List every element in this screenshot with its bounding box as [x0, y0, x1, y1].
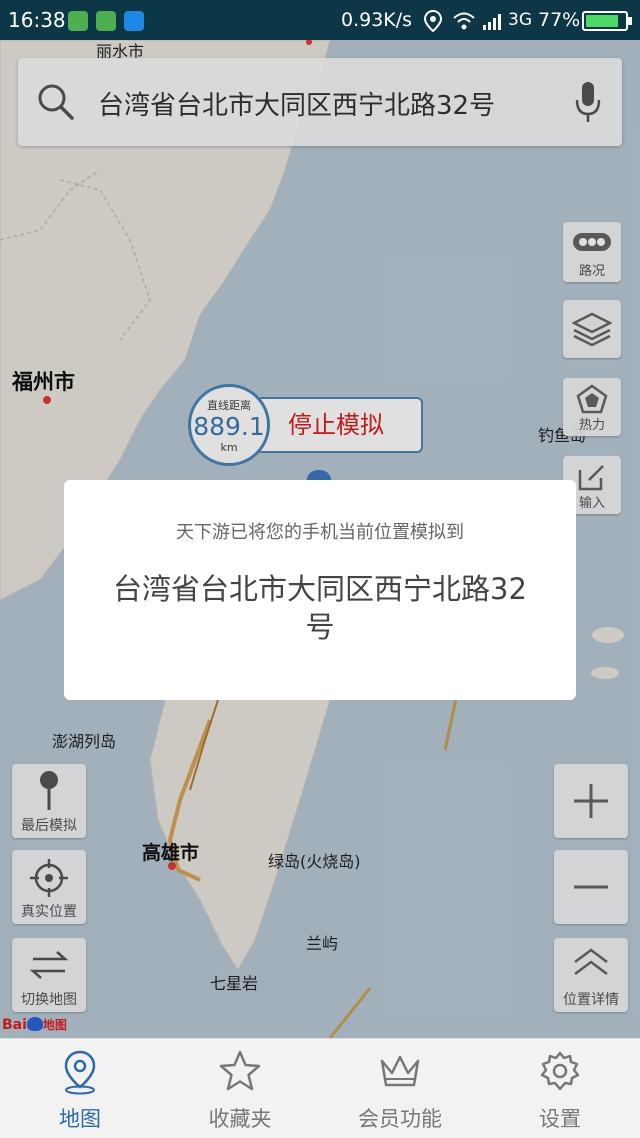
nav-tab-map[interactable]: 地图: [0, 1039, 160, 1138]
nav-tab-favorites[interactable]: 收藏夹: [160, 1039, 320, 1138]
star-icon: [219, 1050, 261, 1091]
nav-label-membership: 会员功能: [358, 1107, 442, 1131]
message-notification-icon: [96, 11, 116, 31]
map-pin-icon: [64, 1050, 96, 1095]
gear-icon: [540, 1051, 580, 1091]
crown-icon: [380, 1055, 420, 1087]
dialog-message: 天下游已将您的手机当前位置模拟到: [176, 522, 464, 543]
wifi-icon: [453, 12, 475, 30]
nav-label-settings: 设置: [539, 1107, 581, 1131]
nav-tab-settings[interactable]: 设置: [480, 1039, 640, 1138]
nav-label-favorites: 收藏夹: [208, 1107, 272, 1131]
network-type: 3G: [508, 10, 532, 30]
usb-icon: [124, 11, 144, 31]
nav-label-map: 地图: [59, 1107, 101, 1131]
signal-icon: [483, 14, 501, 30]
battery-percent: 77%: [538, 9, 581, 31]
battery-icon: [582, 11, 632, 31]
bottom-nav: 地图 收藏夹 会员功能 设置: [0, 1038, 640, 1138]
network-speed: 0.93K/s: [341, 9, 413, 31]
status-time: 16:38: [8, 8, 66, 32]
app-notification-icon: [68, 11, 88, 31]
status-bar: 16:38 0.93K/s 3G 77%: [0, 0, 640, 40]
location-icon: [424, 10, 442, 32]
simulation-dialog[interactable]: 天下游已将您的手机当前位置模拟到 台湾省台北市大同区西宁北路32号: [64, 480, 576, 700]
dialog-address: 台湾省台北市大同区西宁北路32号: [113, 572, 527, 644]
nav-tab-membership[interactable]: 会员功能: [320, 1039, 480, 1138]
